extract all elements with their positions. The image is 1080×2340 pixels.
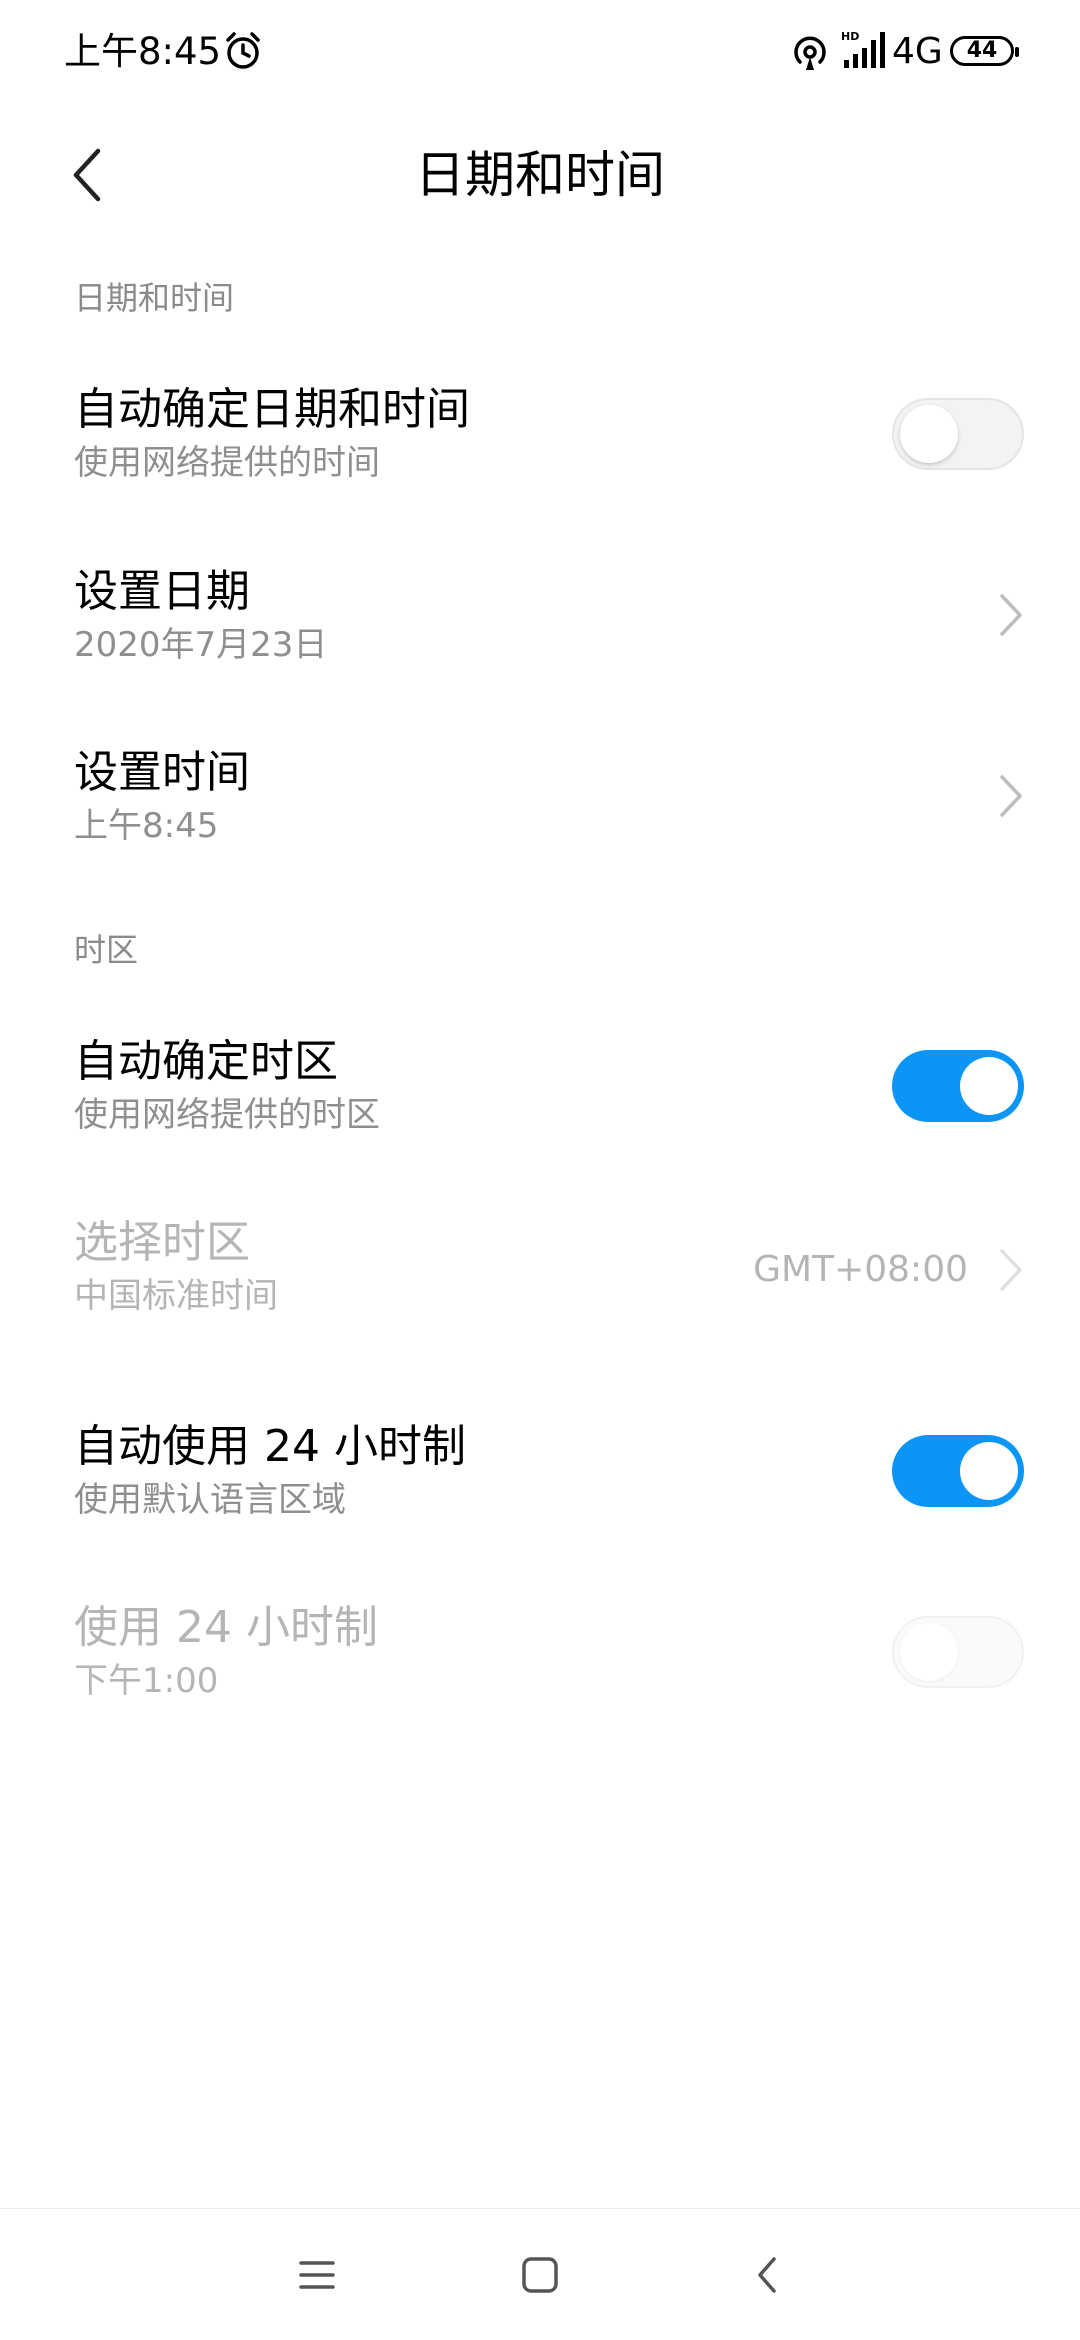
row-subtitle: 2020年7月23日 [74, 625, 328, 665]
svg-text:HD: HD [841, 30, 859, 43]
battery-level: 44 [966, 38, 998, 63]
row-subtitle: 上午8:45 [74, 806, 219, 846]
nav-back-button[interactable] [732, 2240, 802, 2310]
menu-button[interactable] [282, 2240, 352, 2310]
toggle-knob [900, 1623, 958, 1681]
toggle-knob [960, 1442, 1018, 1500]
row-title: 自动确定日期和时间 [74, 384, 470, 435]
row-auto-24-hour[interactable]: 自动使用 24 小时制 使用默认语言区域 [0, 1407, 1080, 1527]
row-title: 自动确定时区 [74, 1036, 338, 1087]
section-label-time-zone: 时区 [74, 931, 139, 969]
row-auto-date-time[interactable]: 自动确定日期和时间 使用网络提供的时间 [0, 370, 1080, 490]
row-title: 设置时间 [74, 747, 250, 798]
use-24-hour-toggle[interactable] [892, 1616, 1024, 1688]
row-title: 使用 24 小时制 [74, 1602, 378, 1653]
row-set-time[interactable]: 设置时间 上午8:45 [0, 733, 1080, 853]
back-icon [758, 2257, 776, 2293]
section-label-date-time: 日期和时间 [74, 279, 235, 317]
row-title: 自动使用 24 小时制 [74, 1421, 466, 1472]
chevron-right-icon [1000, 775, 1022, 817]
hd-signal-icon: HD [840, 28, 886, 70]
row-auto-time-zone[interactable]: 自动确定时区 使用网络提供的时区 [0, 1022, 1080, 1142]
row-subtitle: 使用网络提供的时间 [74, 443, 380, 483]
toggle-knob [960, 1057, 1018, 1115]
row-select-time-zone[interactable]: 选择时区 中国标准时间 GMT+08:00 [0, 1203, 1080, 1323]
row-title: 选择时区 [74, 1217, 250, 1268]
row-subtitle: 下午1:00 [74, 1661, 219, 1701]
page-title: 日期和时间 [415, 146, 665, 204]
chevron-right-icon [1000, 1249, 1022, 1291]
chevron-right-icon [1000, 594, 1022, 636]
row-set-date[interactable]: 设置日期 2020年7月23日 [0, 552, 1080, 672]
auto-time-zone-toggle[interactable] [892, 1050, 1024, 1122]
menu-icon [299, 2261, 335, 2289]
row-use-24-hour[interactable]: 使用 24 小时制 下午1:00 [0, 1588, 1080, 1708]
home-icon [522, 2257, 558, 2293]
hotspot-icon [790, 32, 830, 72]
row-subtitle: 使用默认语言区域 [74, 1480, 346, 1520]
battery-icon: 44 [950, 36, 1019, 66]
auto-date-time-toggle[interactable] [892, 398, 1024, 470]
nav-divider [0, 2208, 1080, 2209]
row-subtitle: 中国标准时间 [74, 1276, 278, 1316]
toggle-knob [900, 405, 958, 463]
status-time: 上午8:45 [64, 30, 222, 73]
home-button[interactable] [505, 2240, 575, 2310]
network-type: 4G [892, 31, 943, 72]
time-zone-value: GMT+08:00 [753, 1249, 968, 1290]
row-title: 设置日期 [74, 566, 250, 617]
row-subtitle: 使用网络提供的时区 [74, 1095, 380, 1135]
alarm-icon [222, 30, 264, 72]
auto-24-hour-toggle[interactable] [892, 1435, 1024, 1507]
